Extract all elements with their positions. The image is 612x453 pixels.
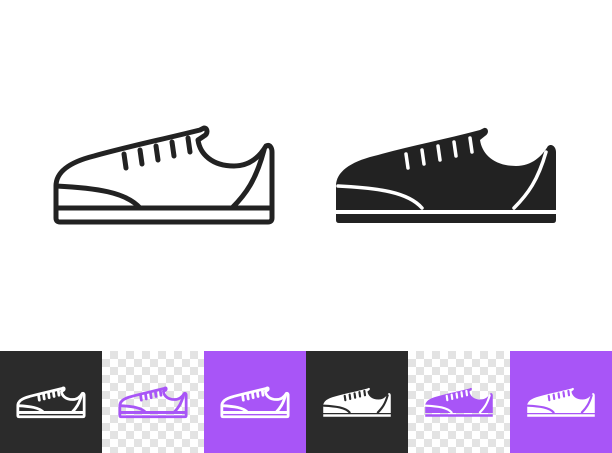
tile-checker-solid (408, 351, 510, 453)
tile-purple-solid (510, 351, 612, 453)
hero-area (0, 0, 612, 350)
tile-checker-outline (102, 351, 204, 453)
sneaker-outline-icon (118, 386, 188, 419)
sneaker-solid-icon (526, 387, 595, 417)
tile-dark-solid (306, 351, 408, 453)
sneaker-outline-icon (53, 125, 275, 225)
sneaker-solid-icon (424, 387, 493, 417)
sneaker-solid-icon (336, 127, 556, 223)
sneaker-outline-icon (16, 386, 86, 419)
tile-purple-outline (204, 351, 306, 453)
sneaker-solid-icon (322, 387, 391, 417)
tile-dark-outline (0, 351, 102, 453)
sneaker-outline-icon (220, 386, 290, 419)
variant-strip (0, 351, 612, 453)
